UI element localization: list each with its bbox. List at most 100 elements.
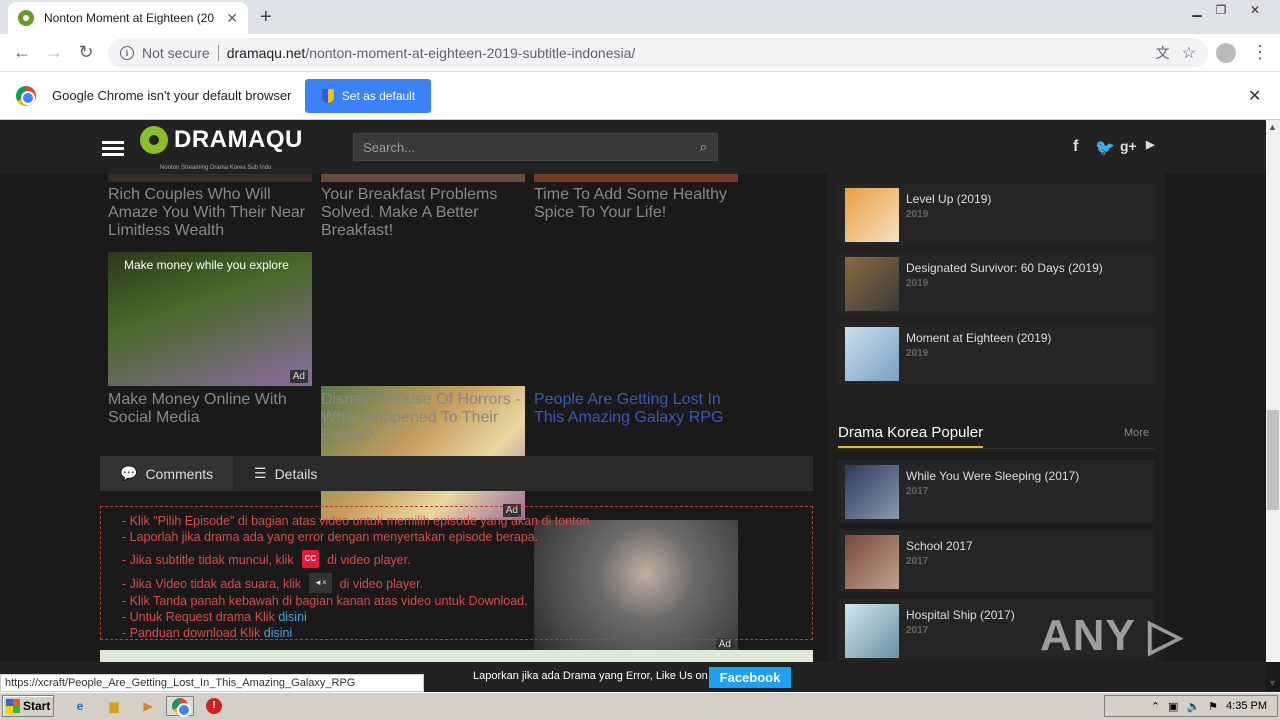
ad-title-link[interactable]: People Are Getting Lost In This Amazing … <box>534 391 738 427</box>
drama-title: Level Up (2019) <box>906 192 992 206</box>
shield-icon <box>321 88 334 103</box>
tab-title: Nonton Moment at Eighteen (2019) S <box>44 11 214 25</box>
url-path: /nonton-moment-at-eighteen-2019-subtitle… <box>305 45 636 61</box>
volume-icon[interactable]: 🔈 <box>1186 700 1200 713</box>
scroll-up-icon[interactable]: ▲ <box>1268 122 1277 132</box>
folder-icon[interactable]: ▆ <box>100 696 128 716</box>
restore-icon[interactable]: ❐ <box>1206 0 1236 20</box>
drama-title: School 2017 <box>906 539 973 553</box>
mute-icon: ◄× <box>309 573 332 593</box>
drama-poster <box>845 535 899 589</box>
site-logo[interactable]: DRAMAQU <box>140 126 303 154</box>
ad-thumb-partial[interactable] <box>534 174 738 182</box>
forward-icon[interactable]: → <box>42 42 66 63</box>
facebook-icon[interactable]: f <box>1073 138 1078 156</box>
youtube-icon[interactable]: ▶ <box>1146 138 1154 151</box>
ie-icon[interactable]: e <box>66 696 94 716</box>
reload-icon[interactable]: ↻ <box>74 42 98 63</box>
note-text: di video player. <box>327 553 411 567</box>
twitter-icon[interactable]: 🐦 <box>1095 138 1115 158</box>
list-icon: ☰ <box>254 465 267 481</box>
network-icon[interactable]: ▣ <box>1168 700 1178 713</box>
translate-icon[interactable]: 文 <box>1156 43 1170 63</box>
set-as-default-button[interactable]: Set as default <box>305 78 432 113</box>
infobar-message: Google Chrome isn't your default browser <box>52 88 292 103</box>
tray-arrow-icon[interactable]: ⌃ <box>1151 700 1160 713</box>
back-icon[interactable]: ← <box>10 42 34 63</box>
bookmark-star-icon[interactable]: ☆ <box>1182 43 1196 63</box>
note-line: - Panduan download Klik disini <box>122 625 791 641</box>
scrollbar-thumb[interactable] <box>1267 410 1279 510</box>
drama-poster <box>845 465 899 519</box>
section-divider <box>838 448 1154 449</box>
tab-details[interactable]: ☰ Details <box>234 456 337 491</box>
profile-avatar-icon[interactable] <box>1216 43 1236 63</box>
flag-icon[interactable]: ⚑ <box>1208 700 1218 713</box>
sidebar-drama-item[interactable]: Moment at Eighteen (2019) 2019 <box>838 322 1154 384</box>
ad-thumbnail[interactable]: Make money while you explore Ad <box>108 252 312 386</box>
logo-tagline: Nonton Streaming Drama Korea Sub Indo <box>160 165 272 171</box>
google-plus-icon[interactable]: g+ <box>1120 138 1137 154</box>
note-text: - Untuk Request drama Klik <box>122 610 275 624</box>
download-guide-link[interactable]: disini <box>264 626 293 640</box>
drama-title: Moment at Eighteen (2019) <box>906 331 1052 345</box>
ad-title-link[interactable]: Rich Couples Who Will Amaze You With The… <box>108 186 308 240</box>
search-input[interactable]: Search... ⌕ <box>353 133 718 161</box>
note-text: - Panduan download Klik <box>122 626 261 640</box>
sidebar-drama-item[interactable]: Designated Survivor: 60 Days (2019) 2019 <box>838 252 1154 314</box>
browser-toolbar: ← → ↻ i Not secure dramaqu.net/nonton-mo… <box>0 34 1280 72</box>
address-bar[interactable]: i Not secure dramaqu.net/nonton-moment-a… <box>108 38 1208 68</box>
drama-poster <box>845 257 899 311</box>
tab-close-icon[interactable]: ✕ <box>226 10 238 27</box>
more-link[interactable]: More <box>1124 427 1149 439</box>
comment-area-top <box>100 650 813 662</box>
facebook-bar-text: Laporkan jika ada Drama yang Error, Like… <box>473 670 708 682</box>
note-line: - Laporlah jika drama ada yang error den… <box>122 530 539 544</box>
not-secure-label: Not secure <box>142 45 210 61</box>
drama-year: 2017 <box>906 486 929 497</box>
chrome-taskbar-icon[interactable] <box>166 696 194 717</box>
ad-thumb-partial[interactable] <box>108 174 312 182</box>
new-tab-icon[interactable]: + <box>260 6 272 29</box>
set-as-default-label: Set as default <box>341 88 416 103</box>
note-line: - Untuk Request drama Klik disini <box>122 609 791 625</box>
ad-thumb-partial[interactable] <box>321 174 525 182</box>
request-link[interactable]: disini <box>278 610 307 624</box>
media-player-icon[interactable]: ▶ <box>134 696 162 716</box>
ad-title-link[interactable]: Time To Add Some Healthy Spice To Your L… <box>534 186 738 222</box>
instructions-box: - Klik "Pilih Episode" di bagian atas vi… <box>100 506 813 640</box>
comment-icon: 💬 <box>120 465 138 481</box>
url-host: dramaqu.net <box>226 45 306 61</box>
logo-text: DRAMAQU <box>174 126 303 153</box>
ad-title-link[interactable]: Make Money Online With Social Media <box>108 391 312 427</box>
hamburger-menu-icon[interactable] <box>102 141 124 157</box>
info-icon[interactable]: i <box>120 46 134 60</box>
facebook-button[interactable]: Facebook <box>709 667 791 688</box>
browser-tab[interactable]: Nonton Moment at Eighteen (2019) S ✕ <box>8 2 248 34</box>
film-reel-icon <box>140 126 168 154</box>
drama-poster <box>845 604 899 658</box>
infobar-close-icon[interactable]: ✕ <box>1248 86 1261 106</box>
ad-badge: Ad <box>289 370 308 383</box>
ad-title-link[interactable]: Your Breakfast Problems Solved. Make A B… <box>321 186 521 240</box>
drama-poster <box>845 327 899 381</box>
menu-dots-icon[interactable]: ⋮ <box>1248 42 1272 63</box>
page-scrollbar[interactable] <box>1266 120 1280 662</box>
sidebar-drama-item[interactable]: While You Were Sleeping (2017) 2017 <box>838 460 1154 522</box>
stop-icon[interactable]: ! <box>200 696 228 716</box>
status-url: https://xcraft/People_Are_Getting_Lost_I… <box>0 674 424 692</box>
drama-poster <box>845 188 899 242</box>
search-placeholder: Search... <box>363 139 416 155</box>
tab-comments[interactable]: 💬 Comments <box>100 456 234 491</box>
ad-title-link[interactable]: Disney's House Of Horrors - What Happene… <box>321 391 525 445</box>
chrome-logo-icon <box>172 698 191 717</box>
start-button[interactable]: Start <box>2 695 54 717</box>
chrome-logo-icon <box>16 85 36 106</box>
drama-year: 2019 <box>906 278 929 289</box>
note-line: - Klik Tanda panah kebawah di bagian kan… <box>122 594 528 608</box>
window-close-icon[interactable]: ✕ <box>1240 0 1270 20</box>
sidebar-drama-item[interactable]: Level Up (2019) 2019 <box>838 183 1154 245</box>
search-icon[interactable]: ⌕ <box>700 139 707 155</box>
sidebar-drama-item[interactable]: School 2017 2017 <box>838 530 1154 592</box>
note-text: - Jika Video tidak ada suara, klik <box>122 577 302 591</box>
